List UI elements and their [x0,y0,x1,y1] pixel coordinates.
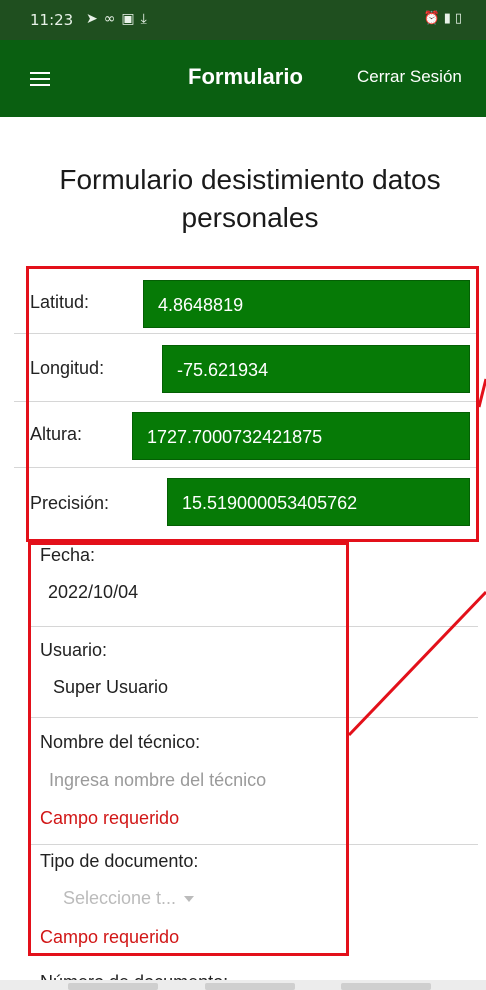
nav-button[interactable] [205,983,295,990]
longitude-label: Longitud: [30,358,105,378]
voicemail-icon: ∞ [103,11,122,27]
divider [28,626,478,627]
app-bar-title: Formulario [188,64,303,89]
alarm-icon: ⏰ [423,11,444,26]
altitude-value: 1727.7000732421875 [132,412,470,460]
longitude-row: Longitud: -75.621934 [0,333,486,399]
divider [28,844,478,845]
dropdown-caret-icon [184,896,195,903]
altitude-row: Altura: 1727.7000732421875 [0,401,486,467]
document-type-select[interactable]: Seleccione t... [63,888,195,909]
nav-button[interactable] [341,983,431,990]
precision-row: Precisión: 15.519000053405762 [0,467,486,533]
document-type-error: Campo requerido [40,927,180,947]
logout-button[interactable]: Cerrar Sesión [357,67,462,87]
document-type-label: Tipo de documento: [40,851,199,871]
document-type-placeholder: Seleccione t... [63,888,177,908]
nav-button[interactable] [68,983,158,990]
altitude-label: Altura: [30,424,83,444]
phone-screen: 11:23 ➤∞▣⤓ ⏰▮▯ Formulario Cerrar Sesión … [0,0,486,990]
latitude-row: Latitud: 4.8648819 [0,267,486,333]
latitude-value: 4.8648819 [143,280,470,328]
form-title: Formulario desistimiento datos personale… [59,164,441,233]
technician-error: Campo requerido [40,808,180,828]
date-value: 2022/10/04 [48,582,139,602]
status-bar: 11:23 ➤∞▣⤓ ⏰▮▯ [0,0,486,40]
user-value: Super Usuario [53,677,169,697]
latitude-label: Latitud: [30,292,90,312]
technician-input[interactable]: Ingresa nombre del técnico [49,770,266,791]
download-icon: ⤓ [140,11,153,27]
precision-value: 15.519000053405762 [167,478,470,526]
fields-pointer-line [347,590,486,737]
precision-label: Precisión: [30,493,110,513]
send-icon: ➤ [86,11,104,27]
status-left-icons: ➤∞▣⤓ [86,11,153,27]
user-label: Usuario: [40,640,108,660]
form-content: Formulario desistimiento datos personale… [0,117,486,990]
app-bar: Formulario Cerrar Sesión [0,40,486,117]
status-right-icons: ⏰▮▯ [424,11,467,26]
system-nav-bar [0,980,486,990]
signal-icon: ▮ [443,11,455,26]
divider [28,717,478,718]
technician-label: Nombre del técnico: [40,732,201,752]
hamburger-icon[interactable] [30,72,50,86]
longitude-value: -75.621934 [162,345,470,393]
status-time: 11:23 [30,11,74,29]
date-label: Fecha: [40,545,96,565]
image-icon: ▣ [121,11,141,27]
battery-icon: ▯ [454,11,466,26]
